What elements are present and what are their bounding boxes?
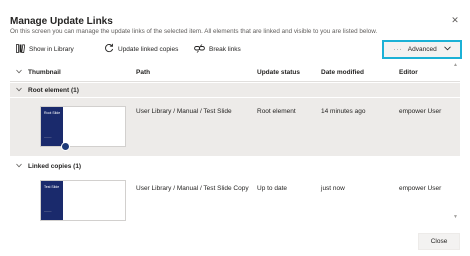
row-editor: empower User bbox=[399, 185, 442, 192]
scroll-up-icon[interactable]: ▲ bbox=[453, 62, 458, 68]
close-button[interactable]: Close bbox=[418, 233, 460, 250]
dialog-title: Manage Update Links bbox=[10, 16, 113, 27]
scroll-down-icon[interactable]: ▼ bbox=[453, 214, 458, 220]
group-header-root-element[interactable]: Root element (1) bbox=[10, 83, 460, 97]
table-header: Thumbnail Path Update status Date modifi… bbox=[10, 62, 460, 82]
advanced-dropdown-button[interactable]: ··· Advanced bbox=[382, 40, 462, 59]
column-header-path[interactable]: Path bbox=[136, 69, 150, 76]
update-linked-copies-button[interactable]: Update linked copies bbox=[104, 40, 178, 58]
chevron-down-icon bbox=[16, 87, 22, 94]
slide-title-text: Test Slide bbox=[44, 185, 60, 189]
table-row[interactable]: Root Slide ——— User Library / Manual / T… bbox=[10, 98, 460, 156]
break-links-button[interactable]: Break links bbox=[194, 40, 241, 58]
row-date-modified: just now bbox=[321, 185, 345, 192]
row-update-status: Up to date bbox=[257, 185, 287, 192]
advanced-label: Advanced bbox=[407, 46, 437, 53]
root-element-badge-icon bbox=[61, 142, 70, 151]
manage-update-links-dialog: Manage Update Links On this screen you c… bbox=[0, 0, 470, 256]
row-date-modified: 14 minutes ago bbox=[321, 108, 366, 115]
broken-link-icon bbox=[194, 43, 209, 55]
row-path: User Library / Manual / Test Slide bbox=[136, 108, 232, 115]
column-header-update-status[interactable]: Update status bbox=[257, 69, 300, 76]
column-header-date-modified[interactable]: Date modified bbox=[321, 69, 364, 76]
slide-title-text: Root Slide bbox=[44, 111, 61, 115]
close-icon[interactable]: ✕ bbox=[450, 15, 460, 25]
group-header-linked-copies[interactable]: Linked copies (1) bbox=[10, 159, 460, 173]
column-header-editor[interactable]: Editor bbox=[399, 69, 418, 76]
table-row[interactable]: Test Slide ——— User Library / Manual / T… bbox=[10, 175, 460, 222]
slide-footer-line: ——— bbox=[44, 136, 52, 139]
group-label: Linked copies (1) bbox=[28, 162, 82, 170]
vertical-scrollbar[interactable]: ▲ ▼ bbox=[453, 62, 458, 222]
row-path: User Library / Manual / Test Slide Copy bbox=[136, 185, 249, 192]
show-in-library-label: Show in Library bbox=[29, 45, 74, 53]
update-linked-copies-label: Update linked copies bbox=[118, 45, 179, 53]
refresh-icon bbox=[104, 43, 118, 55]
show-in-library-button[interactable]: Show in Library bbox=[16, 40, 74, 58]
row-update-status: Root element bbox=[257, 108, 296, 115]
break-links-label: Break links bbox=[209, 45, 241, 53]
group-label: Root element (1) bbox=[28, 86, 79, 94]
links-table: Thumbnail Path Update status Date modifi… bbox=[10, 62, 460, 222]
slide-thumbnail: Root Slide ——— bbox=[40, 106, 126, 147]
chevron-down-icon bbox=[16, 163, 22, 170]
dialog-subtitle: On this screen you can manage the update… bbox=[10, 28, 378, 35]
toolbar: Show in Library Update linked copies Bre… bbox=[10, 40, 462, 60]
chevron-down-icon bbox=[443, 46, 451, 53]
library-icon bbox=[16, 43, 29, 55]
column-header-thumbnail[interactable]: Thumbnail bbox=[28, 69, 61, 76]
slide-footer-line: ——— bbox=[44, 210, 52, 213]
more-icon: ··· bbox=[393, 46, 403, 53]
row-editor: empower User bbox=[399, 108, 442, 115]
collapse-all-chevron-icon[interactable] bbox=[16, 69, 22, 76]
slide-thumbnail: Test Slide ——— bbox=[40, 180, 126, 221]
